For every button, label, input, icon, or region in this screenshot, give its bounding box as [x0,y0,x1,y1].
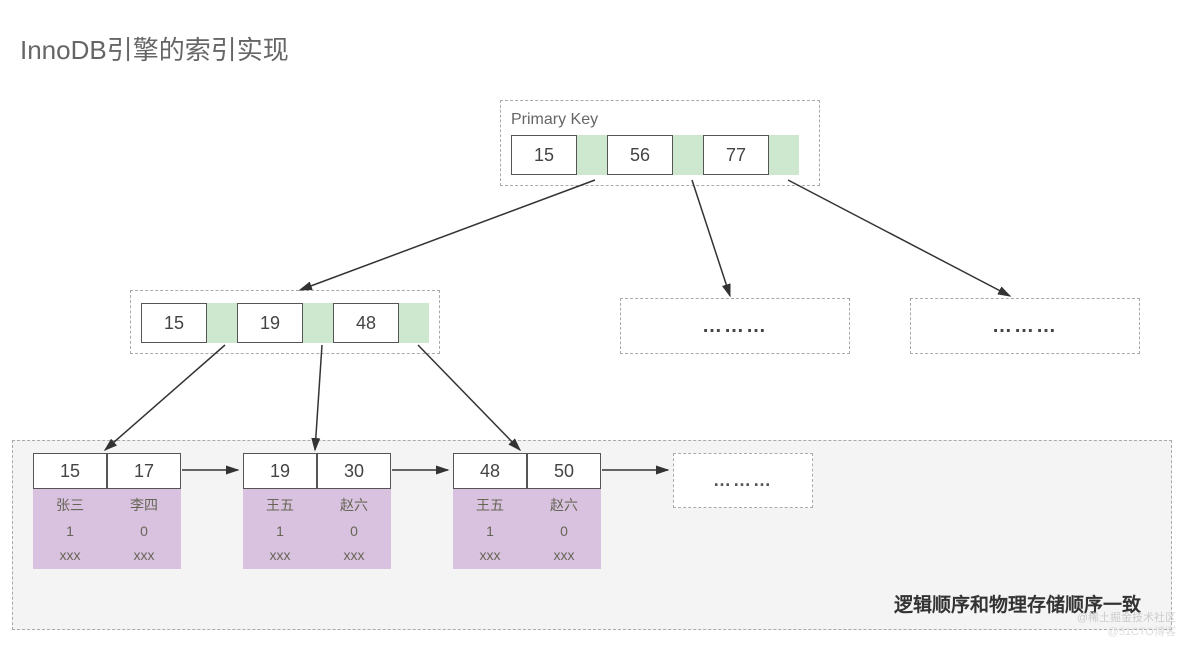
leaf-record: 赵六 0 xxx [317,489,391,569]
pointer-cell [769,135,799,175]
leaf-record: 王五 1 xxx [243,489,317,569]
record-extra: xxx [317,547,391,563]
internal-node-placeholder: ……… [620,298,850,354]
pointer-cell [577,135,607,175]
record-name: 李四 [107,495,181,515]
leaf-page-0: 15 17 张三 1 xxx 李四 0 xxx [33,453,181,569]
record-name: 张三 [33,495,107,515]
record-flag: 0 [527,523,601,539]
leaf-page-2: 48 50 王五 1 xxx 赵六 0 xxx [453,453,601,569]
record-flag: 0 [107,523,181,539]
record-flag: 0 [317,523,391,539]
internal-node-placeholder: ……… [910,298,1140,354]
record-flag: 1 [243,523,317,539]
internal-key-2: 48 [333,303,399,343]
record-flag: 1 [33,523,107,539]
record-extra: xxx [243,547,317,563]
root-key-2: 77 [703,135,769,175]
record-name: 赵六 [527,495,601,515]
leaf-record: 张三 1 xxx [33,489,107,569]
internal-key-0: 15 [141,303,207,343]
record-extra: xxx [453,547,527,563]
leaf-key: 19 [243,453,317,489]
record-name: 王五 [453,495,527,515]
root-label: Primary Key [511,111,809,129]
internal-node: 15 19 48 [130,290,440,354]
root-node: Primary Key 15 56 77 [500,100,820,186]
leaf-record: 李四 0 xxx [107,489,181,569]
leaf-page-placeholder: ……… [673,453,813,508]
leaf-key: 30 [317,453,391,489]
leaf-record: 赵六 0 xxx [527,489,601,569]
record-flag: 1 [453,523,527,539]
pointer-cell [673,135,703,175]
record-extra: xxx [33,547,107,563]
leaf-level-container: 15 17 张三 1 xxx 李四 0 xxx 19 30 王五 1 [12,440,1172,630]
record-name: 王五 [243,495,317,515]
leaf-page-1: 19 30 王五 1 xxx 赵六 0 xxx [243,453,391,569]
watermark-text: @51CTO博客 [1108,623,1176,639]
leaf-key: 17 [107,453,181,489]
leaf-key: 15 [33,453,107,489]
leaf-record: 王五 1 xxx [453,489,527,569]
internal-key-1: 19 [237,303,303,343]
pointer-cell [207,303,237,343]
diagram-title: InnoDB引擎的索引实现 [20,30,289,67]
pointer-cell [399,303,429,343]
record-extra: xxx [527,547,601,563]
root-key-0: 15 [511,135,577,175]
pointer-cell [303,303,333,343]
record-extra: xxx [107,547,181,563]
root-key-1: 56 [607,135,673,175]
record-name: 赵六 [317,495,391,515]
leaf-key: 48 [453,453,527,489]
leaf-key: 50 [527,453,601,489]
